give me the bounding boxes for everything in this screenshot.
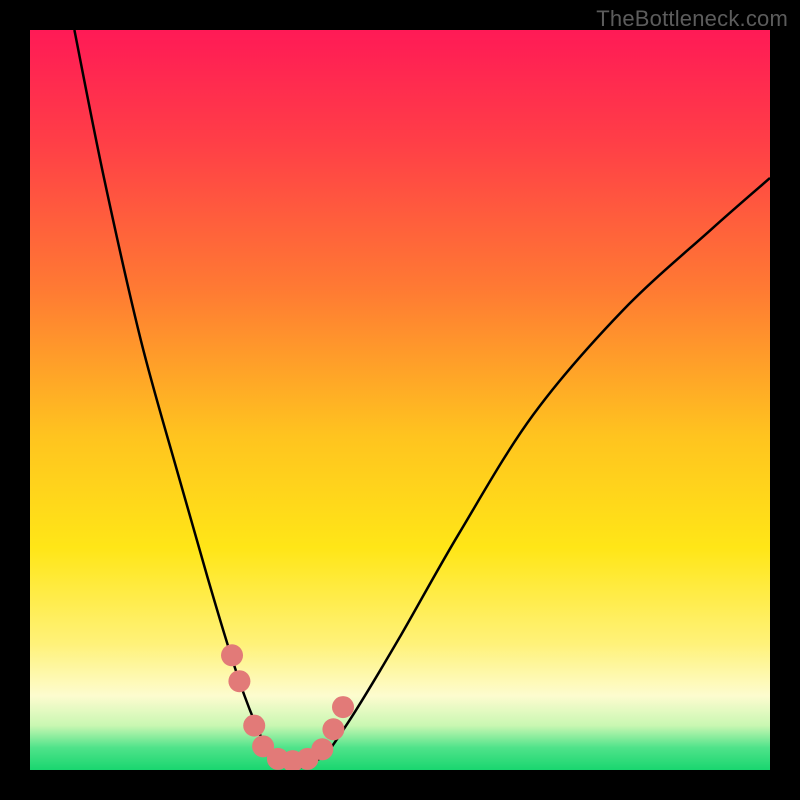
data-marker: [221, 644, 243, 666]
plot-area: [30, 30, 770, 770]
bottleneck-curve: [74, 30, 770, 768]
data-marker: [228, 670, 250, 692]
data-marker: [332, 696, 354, 718]
chart-frame: TheBottleneck.com: [0, 0, 800, 800]
watermark-text: TheBottleneck.com: [596, 6, 788, 32]
data-marker: [322, 718, 344, 740]
data-marker: [311, 738, 333, 760]
curve-layer: [30, 30, 770, 770]
data-marker: [243, 715, 265, 737]
